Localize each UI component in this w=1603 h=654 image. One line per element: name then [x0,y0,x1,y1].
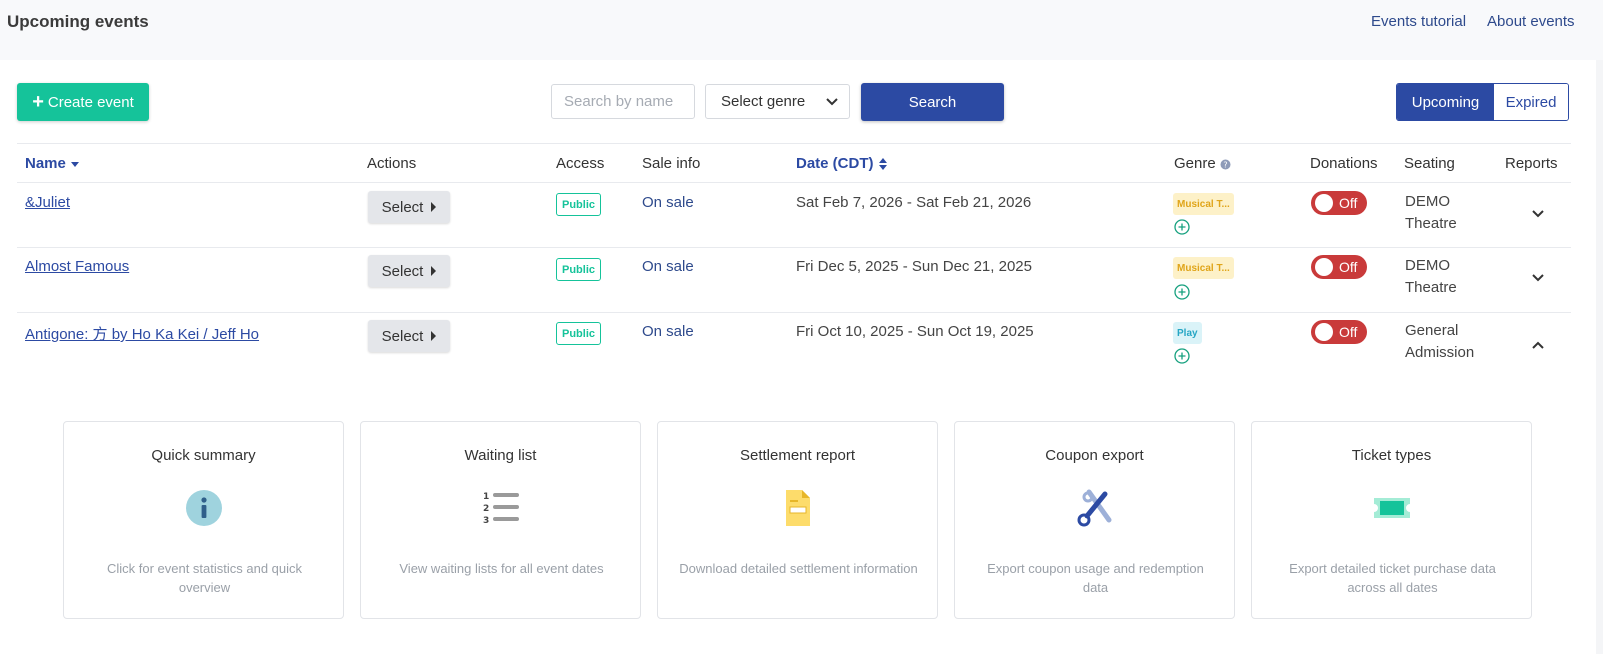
date-filter-toggle: Upcoming Expired [1396,83,1569,121]
access-badge: Public [556,193,602,216]
genre-tag: Musical T... [1173,257,1234,279]
report-card-description: Download detailed settlement information [679,561,918,576]
seating-name: DEMO Theatre [1405,257,1457,296]
event-name-link[interactable]: Almost Famous [25,258,129,275]
column-header-sale-info: Sale info [642,155,701,172]
event-date: Fri Oct 10, 2025 - Sun Oct 19, 2025 [796,323,1034,340]
row-divider [17,312,1571,313]
column-header-access: Access [556,155,605,172]
genre-tag: Musical T... [1173,193,1234,215]
add-circle-icon[interactable] [1174,219,1190,235]
help-icon[interactable]: ? [1220,159,1231,170]
report-card-waiting-list[interactable]: Waiting list 1 2 3 View waiting lists for … [360,421,641,619]
column-header-donations: Donations [1310,155,1378,172]
seating-name: General Admission [1405,322,1475,361]
about-events-link[interactable]: About events [1487,13,1575,30]
table-top-divider [17,143,1571,144]
search-input[interactable] [551,84,695,119]
scissors-icon [1077,489,1111,527]
chevron-down-icon[interactable] [1530,270,1546,286]
column-header-genre: Genre ? [1174,155,1231,172]
scrollbar-track[interactable] [1596,60,1603,654]
header-divider [17,182,1571,183]
create-event-button[interactable]: + Create event [17,83,149,121]
report-card-title: Ticket types [1351,447,1432,464]
page-title: Upcoming events [7,12,149,31]
svg-text:2: 2 [483,504,489,514]
event-date: Sat Feb 7, 2026 - Sat Feb 21, 2026 [796,194,1032,211]
genre-select-label: Select genre [721,93,806,110]
report-card-ticket-types[interactable]: Ticket types Export detailed ticket purc… [1251,421,1532,619]
donations-toggle[interactable]: Off [1311,255,1367,279]
caret-right-icon [431,202,437,212]
report-card-quick-summary[interactable]: Quick summary Click for event statistics… [63,421,344,619]
column-header-date[interactable]: Date (CDT) [796,155,888,172]
report-card-description: Export detailed ticket purchase data acr… [1289,561,1496,595]
event-date: Fri Dec 5, 2025 - Sun Dec 21, 2025 [796,258,1032,275]
svg-text:?: ? [1223,160,1227,169]
numbered-list-icon: 1 2 3 [483,492,519,526]
chevron-down-icon [826,98,838,106]
access-badge: Public [556,258,602,281]
caret-right-icon [431,266,437,276]
document-icon [785,490,810,526]
report-card-title: Waiting list [464,447,537,464]
genre-select[interactable]: Select genre [705,84,850,119]
chevron-up-icon[interactable] [1530,337,1546,353]
sale-info: On sale [642,323,694,340]
seating-name: DEMO Theatre [1405,193,1457,232]
add-circle-icon[interactable] [1174,284,1190,300]
event-name-link[interactable]: &Juliet [25,194,70,211]
row-divider [17,247,1571,248]
report-card-settlement[interactable]: Settlement report Download detailed sett… [657,421,938,619]
column-header-seating: Seating [1404,155,1455,172]
top-bar: Upcoming events Events tutorial About ev… [0,0,1603,60]
donations-toggle[interactable]: Off [1311,191,1367,215]
actions-select-button[interactable]: Select [368,255,450,287]
report-card-title: Settlement report [739,447,856,464]
report-card-description: Click for event statistics and quick ove… [106,561,303,595]
plus-icon: + [32,91,44,113]
chevron-down-icon[interactable] [1530,206,1546,222]
sale-info: On sale [642,258,694,275]
report-card-title: Quick summary [151,447,256,464]
sort-down-icon [71,162,80,168]
info-icon [185,490,222,526]
upcoming-filter-button[interactable]: Upcoming [1397,84,1494,120]
column-header-name[interactable]: Name [25,155,80,172]
report-card-description: View waiting lists for all event dates [399,561,604,576]
column-header-reports: Reports [1505,155,1558,172]
search-button[interactable]: Search [861,83,1004,121]
expired-filter-button[interactable]: Expired [1494,84,1568,120]
genre-tag: Play [1173,322,1202,344]
actions-select-button[interactable]: Select [368,191,450,223]
ticket-icon [1373,498,1410,518]
sort-both-icon [878,158,887,171]
caret-right-icon [431,331,437,341]
actions-select-button[interactable]: Select [368,320,450,352]
add-circle-icon[interactable] [1174,348,1190,364]
create-event-label: Create event [47,93,134,111]
svg-text:3: 3 [483,516,489,526]
events-tutorial-link[interactable]: Events tutorial [1371,13,1466,30]
column-header-actions: Actions [367,155,417,172]
event-name-link[interactable]: Antigone: 方 by Ho Ka Kei / Jeff Ho [25,323,259,344]
report-card-description: Export coupon usage and redemption data [987,561,1204,595]
donations-toggle[interactable]: Off [1311,320,1367,344]
svg-text:1: 1 [483,492,489,502]
access-badge: Public [556,322,602,345]
sale-info: On sale [642,194,694,211]
report-card-coupon-export[interactable]: Coupon export Export coupon usage and re… [954,421,1235,619]
report-card-title: Coupon export [1045,447,1144,464]
